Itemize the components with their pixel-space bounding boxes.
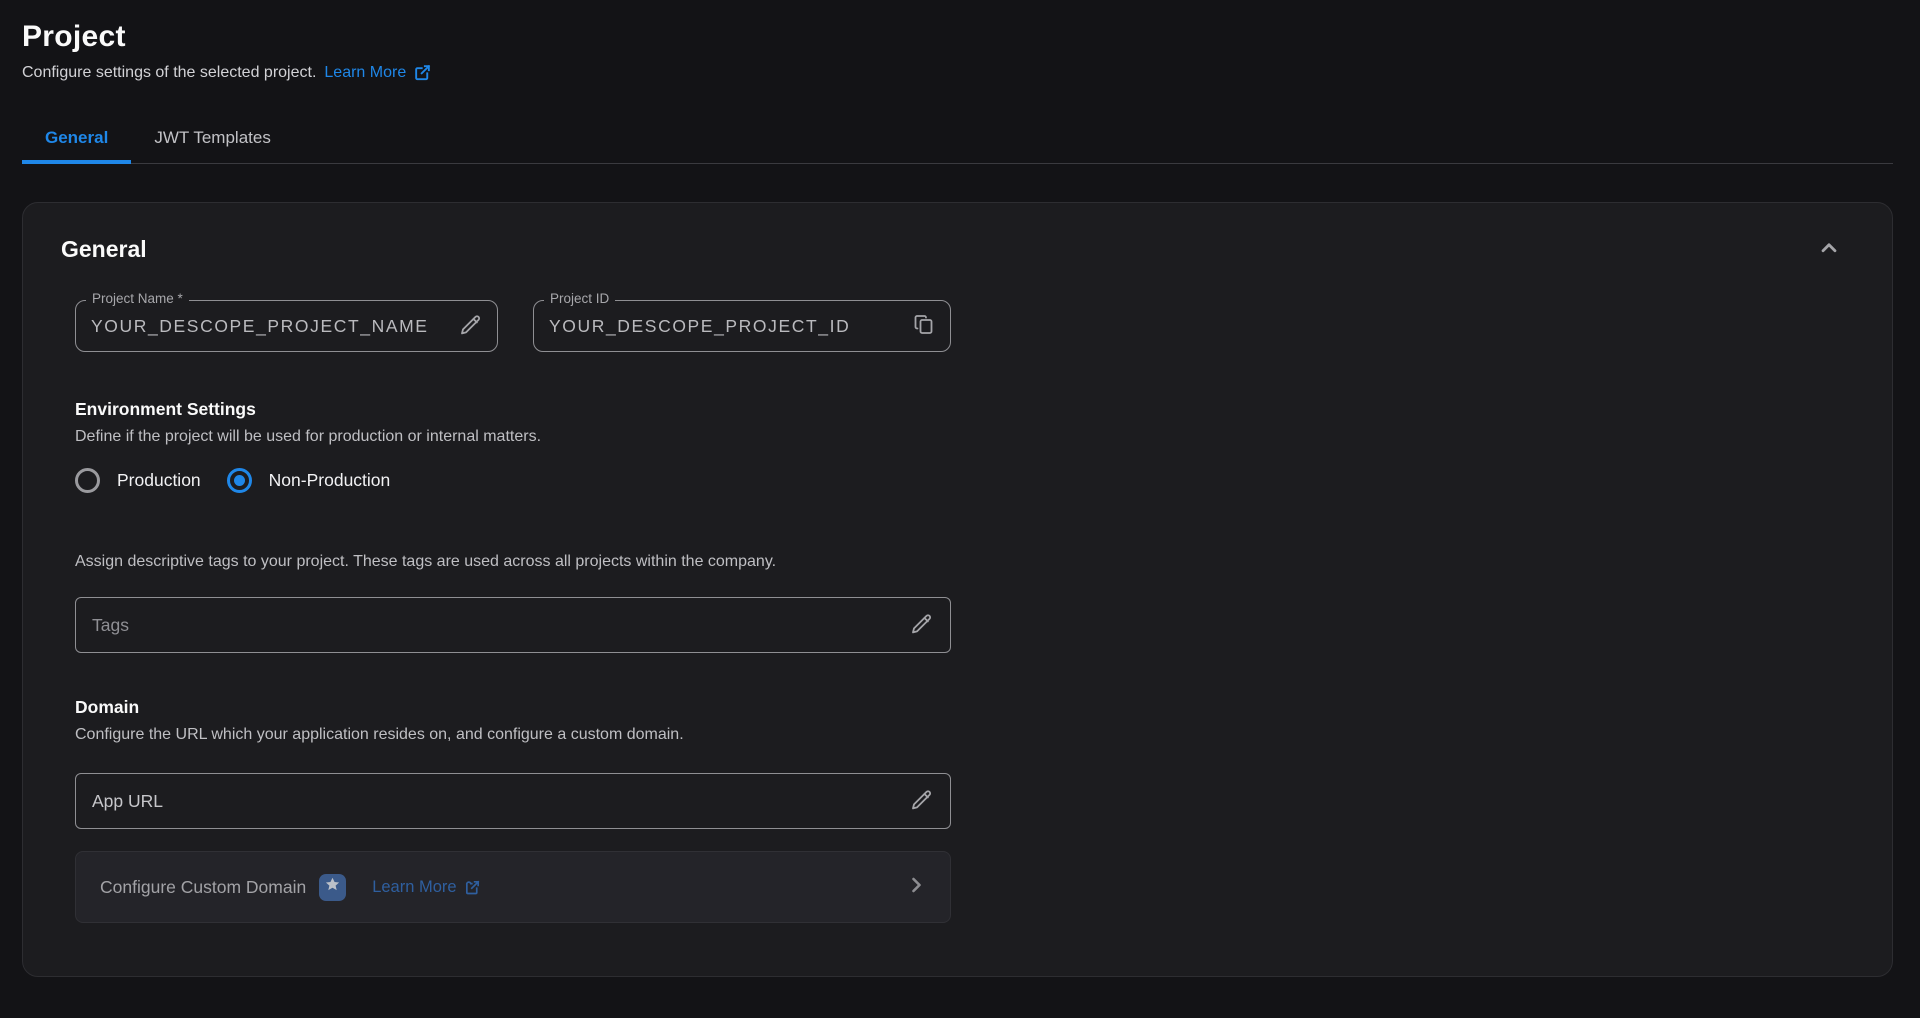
environment-settings-description: Define if the project will be used for p… [75,428,951,446]
project-name-label: Project Name * [86,291,189,306]
card-header: General [61,233,1844,266]
page-title: Project [22,20,1893,54]
collapse-card-button[interactable] [1814,233,1844,266]
app-url-field[interactable] [75,773,951,829]
project-name-value: YOUR_DESCOPE_PROJECT_NAME [91,316,457,337]
tab-bar: General JWT Templates [22,118,1893,164]
domain-description: Configure the URL which your application… [75,726,951,744]
radio-production-label: Production [117,470,201,491]
external-link-icon [413,63,432,82]
tags-field[interactable] [75,597,951,653]
star-icon [324,876,341,898]
project-id-label: Project ID [544,291,615,306]
custom-domain-learn-more-link[interactable]: Learn More [372,878,480,897]
external-link-icon [464,879,481,896]
project-id-value: YOUR_DESCOPE_PROJECT_ID [549,316,910,337]
project-name-field[interactable]: Project Name * YOUR_DESCOPE_PROJECT_NAME [75,300,498,352]
radio-option-non-production[interactable]: Non-Production [227,468,391,493]
radio-option-production[interactable]: Production [75,468,201,493]
tab-general[interactable]: General [22,118,131,164]
project-id-field: Project ID YOUR_DESCOPE_PROJECT_ID [533,300,951,352]
tab-jwt-templates[interactable]: JWT Templates [131,118,294,164]
card-title: General [61,236,147,263]
configure-custom-domain-row[interactable]: Configure Custom Domain Learn More [75,851,951,923]
edit-tags-button[interactable] [908,610,936,641]
edit-project-name-button[interactable] [457,311,485,342]
edit-icon [459,313,483,340]
card-content: Project Name * YOUR_DESCOPE_PROJECT_NAME… [75,300,951,923]
environment-settings-heading: Environment Settings [75,399,951,420]
app-url-input[interactable] [92,791,898,812]
learn-more-link[interactable]: Learn More [324,63,432,82]
tags-input[interactable] [92,615,898,636]
chevron-right-icon [904,873,928,902]
environment-radio-group: Production Non-Production [75,468,951,493]
premium-star-badge [319,874,346,901]
domain-heading: Domain [75,697,951,718]
project-fields-row: Project Name * YOUR_DESCOPE_PROJECT_NAME… [75,300,951,352]
chevron-up-icon [1816,235,1842,264]
tags-description: Assign descriptive tags to your project.… [75,553,951,571]
copy-icon [912,313,936,340]
edit-icon [910,612,934,639]
radio-non-production-label: Non-Production [269,470,391,491]
page-subtitle: Configure settings of the selected proje… [22,63,1893,82]
page-subtitle-text: Configure settings of the selected proje… [22,64,316,82]
radio-non-production-selected[interactable] [227,468,252,493]
project-settings-page: Project Configure settings of the select… [0,20,1920,977]
general-settings-card: General Project Name * YOUR_DESCOPE_PROJ… [22,202,1893,977]
copy-project-id-button[interactable] [910,311,938,342]
configure-custom-domain-label: Configure Custom Domain [100,877,306,898]
edit-app-url-button[interactable] [908,786,936,817]
edit-icon [910,788,934,815]
radio-production-unselected[interactable] [75,468,100,493]
